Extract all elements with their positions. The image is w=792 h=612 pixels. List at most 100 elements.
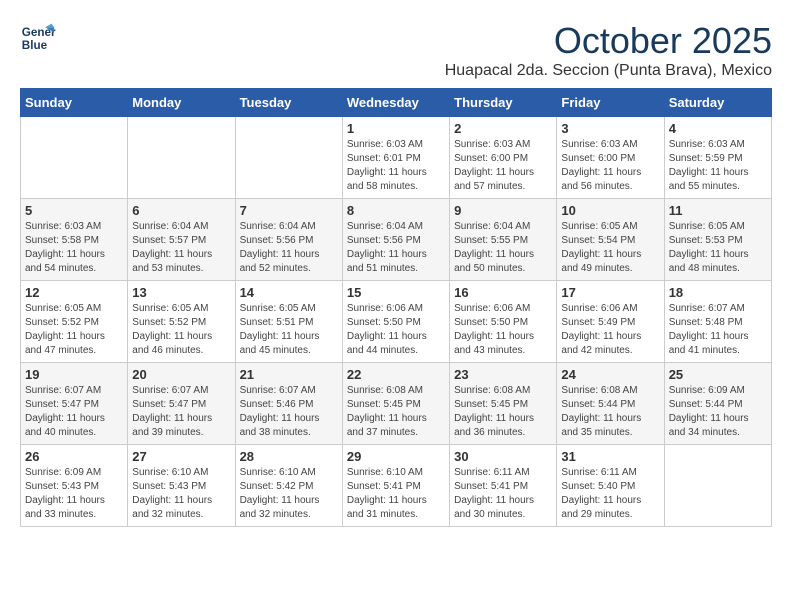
day-number: 19 xyxy=(25,367,123,382)
day-number: 5 xyxy=(25,203,123,218)
day-number: 4 xyxy=(669,121,767,136)
day-info: Sunrise: 6:10 AM Sunset: 5:42 PM Dayligh… xyxy=(240,466,338,522)
day-info: Sunrise: 6:08 AM Sunset: 5:45 PM Dayligh… xyxy=(454,384,552,440)
calendar-cell: 20Sunrise: 6:07 AM Sunset: 5:47 PM Dayli… xyxy=(128,363,235,445)
day-number: 6 xyxy=(132,203,230,218)
day-number: 8 xyxy=(347,203,445,218)
day-number: 27 xyxy=(132,449,230,464)
calendar-cell: 3 Sunrise: 6:03 AM Sunset: 6:00 PM Daylig… xyxy=(557,117,664,199)
day-number: 22 xyxy=(347,367,445,382)
day-number: 17 xyxy=(561,285,659,300)
header-monday: Monday xyxy=(128,89,235,117)
logo-icon: General Blue xyxy=(20,20,56,56)
calendar-cell: 17 Sunrise: 6:06 AM Sunset: 5:49 PM Dayli… xyxy=(557,281,664,363)
day-info: Sunrise: 6:03 AM Sunset: 6:00 PM Dayligh… xyxy=(561,138,659,194)
calendar-cell xyxy=(21,117,128,199)
day-number: 9 xyxy=(454,203,552,218)
calendar-cell: 25 Sunrise: 6:09 AM Sunset: 5:44 PM Dayli… xyxy=(664,363,771,445)
day-number: 15 xyxy=(347,285,445,300)
day-info: Sunrise: 6:06 AM Sunset: 5:50 PM Dayligh… xyxy=(347,302,445,358)
day-info: Sunrise: 6:04 AM Sunset: 5:55 PM Dayligh… xyxy=(454,220,552,276)
calendar-cell: 19 Sunrise: 6:07 AM Sunset: 5:47 PM Dayli… xyxy=(21,363,128,445)
day-info: Sunrise: 6:09 AM Sunset: 5:44 PM Dayligh… xyxy=(669,384,767,440)
svg-text:Blue: Blue xyxy=(22,39,48,52)
day-info: Sunrise: 6:06 AM Sunset: 5:50 PM Dayligh… xyxy=(454,302,552,358)
calendar-week-row: 12Sunrise: 6:05 AM Sunset: 5:52 PM Dayli… xyxy=(21,281,772,363)
day-number: 13 xyxy=(132,285,230,300)
calendar-cell: 29 Sunrise: 6:10 AM Sunset: 5:41 PM Dayli… xyxy=(342,445,449,527)
day-info: Sunrise: 6:05 AM Sunset: 5:51 PM Dayligh… xyxy=(240,302,338,358)
calendar-cell: 15 Sunrise: 6:06 AM Sunset: 5:50 PM Dayli… xyxy=(342,281,449,363)
calendar-cell: 22 Sunrise: 6:08 AM Sunset: 5:45 PM Dayli… xyxy=(342,363,449,445)
calendar-cell: 24 Sunrise: 6:08 AM Sunset: 5:44 PM Dayli… xyxy=(557,363,664,445)
calendar-cell: 23 Sunrise: 6:08 AM Sunset: 5:45 PM Dayli… xyxy=(450,363,557,445)
calendar-cell: 6 Sunrise: 6:04 AM Sunset: 5:57 PM Daylig… xyxy=(128,199,235,281)
day-number: 25 xyxy=(669,367,767,382)
day-number: 26 xyxy=(25,449,123,464)
day-info: Sunrise: 6:08 AM Sunset: 5:45 PM Dayligh… xyxy=(347,384,445,440)
calendar-cell: 9 Sunrise: 6:04 AM Sunset: 5:55 PM Daylig… xyxy=(450,199,557,281)
day-info: Sunrise: 6:11 AM Sunset: 5:40 PM Dayligh… xyxy=(561,466,659,522)
day-number: 14 xyxy=(240,285,338,300)
day-number: 23 xyxy=(454,367,552,382)
day-info: Sunrise: 6:03 AM Sunset: 6:01 PM Dayligh… xyxy=(347,138,445,194)
day-number: 31 xyxy=(561,449,659,464)
header-sunday: Sunday xyxy=(21,89,128,117)
title-area: October 2025 Huapacal 2da. Seccion (Punt… xyxy=(445,20,772,80)
header-friday: Friday xyxy=(557,89,664,117)
day-info: Sunrise: 6:05 AM Sunset: 5:52 PM Dayligh… xyxy=(25,302,123,358)
calendar-cell: 18Sunrise: 6:07 AM Sunset: 5:48 PM Dayli… xyxy=(664,281,771,363)
calendar-cell xyxy=(235,117,342,199)
calendar-cell: 14 Sunrise: 6:05 AM Sunset: 5:51 PM Dayli… xyxy=(235,281,342,363)
day-number: 30 xyxy=(454,449,552,464)
header-thursday: Thursday xyxy=(450,89,557,117)
calendar-cell: 27Sunrise: 6:10 AM Sunset: 5:43 PM Dayli… xyxy=(128,445,235,527)
day-number: 3 xyxy=(561,121,659,136)
calendar-week-row: 19 Sunrise: 6:07 AM Sunset: 5:47 PM Dayli… xyxy=(21,363,772,445)
calendar-cell: 1 Sunrise: 6:03 AM Sunset: 6:01 PM Daylig… xyxy=(342,117,449,199)
calendar-table: SundayMondayTuesdayWednesdayThursdayFrid… xyxy=(20,88,772,527)
day-number: 10 xyxy=(561,203,659,218)
day-info: Sunrise: 6:11 AM Sunset: 5:41 PM Dayligh… xyxy=(454,466,552,522)
day-number: 2 xyxy=(454,121,552,136)
calendar-cell xyxy=(128,117,235,199)
day-number: 24 xyxy=(561,367,659,382)
day-info: Sunrise: 6:10 AM Sunset: 5:41 PM Dayligh… xyxy=(347,466,445,522)
calendar-cell: 10Sunrise: 6:05 AM Sunset: 5:54 PM Dayli… xyxy=(557,199,664,281)
day-info: Sunrise: 6:04 AM Sunset: 5:57 PM Dayligh… xyxy=(132,220,230,276)
logo: General Blue xyxy=(20,20,56,56)
calendar-cell: 8 Sunrise: 6:04 AM Sunset: 5:56 PM Daylig… xyxy=(342,199,449,281)
calendar-cell: 30 Sunrise: 6:11 AM Sunset: 5:41 PM Dayli… xyxy=(450,445,557,527)
day-info: Sunrise: 6:03 AM Sunset: 6:00 PM Dayligh… xyxy=(454,138,552,194)
day-number: 20 xyxy=(132,367,230,382)
day-number: 1 xyxy=(347,121,445,136)
day-info: Sunrise: 6:07 AM Sunset: 5:46 PM Dayligh… xyxy=(240,384,338,440)
header-saturday: Saturday xyxy=(664,89,771,117)
header-tuesday: Tuesday xyxy=(235,89,342,117)
day-number: 21 xyxy=(240,367,338,382)
day-info: Sunrise: 6:08 AM Sunset: 5:44 PM Dayligh… xyxy=(561,384,659,440)
calendar-week-row: 1 Sunrise: 6:03 AM Sunset: 6:01 PM Daylig… xyxy=(21,117,772,199)
calendar-cell: 5 Sunrise: 6:03 AM Sunset: 5:58 PM Daylig… xyxy=(21,199,128,281)
day-info: Sunrise: 6:03 AM Sunset: 5:59 PM Dayligh… xyxy=(669,138,767,194)
calendar-cell: 11Sunrise: 6:05 AM Sunset: 5:53 PM Dayli… xyxy=(664,199,771,281)
calendar-week-row: 26Sunrise: 6:09 AM Sunset: 5:43 PM Dayli… xyxy=(21,445,772,527)
day-info: Sunrise: 6:04 AM Sunset: 5:56 PM Dayligh… xyxy=(240,220,338,276)
day-number: 29 xyxy=(347,449,445,464)
calendar-header-row: SundayMondayTuesdayWednesdayThursdayFrid… xyxy=(21,89,772,117)
subtitle: Huapacal 2da. Seccion (Punta Brava), Mex… xyxy=(445,62,772,80)
day-info: Sunrise: 6:06 AM Sunset: 5:49 PM Dayligh… xyxy=(561,302,659,358)
calendar-cell xyxy=(664,445,771,527)
main-title: October 2025 xyxy=(445,20,772,62)
calendar-cell: 21 Sunrise: 6:07 AM Sunset: 5:46 PM Dayli… xyxy=(235,363,342,445)
day-info: Sunrise: 6:05 AM Sunset: 5:52 PM Dayligh… xyxy=(132,302,230,358)
calendar-cell: 7Sunrise: 6:04 AM Sunset: 5:56 PM Daylig… xyxy=(235,199,342,281)
day-info: Sunrise: 6:03 AM Sunset: 5:58 PM Dayligh… xyxy=(25,220,123,276)
day-number: 28 xyxy=(240,449,338,464)
calendar-cell: 12Sunrise: 6:05 AM Sunset: 5:52 PM Dayli… xyxy=(21,281,128,363)
day-info: Sunrise: 6:07 AM Sunset: 5:47 PM Dayligh… xyxy=(25,384,123,440)
header: General Blue October 2025 Huapacal 2da. … xyxy=(20,20,772,80)
day-info: Sunrise: 6:04 AM Sunset: 5:56 PM Dayligh… xyxy=(347,220,445,276)
calendar-cell: 26Sunrise: 6:09 AM Sunset: 5:43 PM Dayli… xyxy=(21,445,128,527)
day-number: 11 xyxy=(669,203,767,218)
